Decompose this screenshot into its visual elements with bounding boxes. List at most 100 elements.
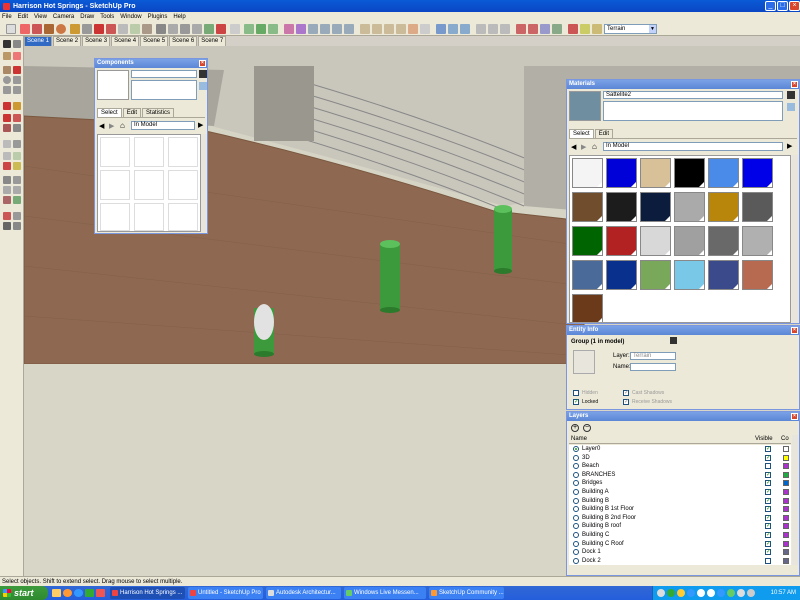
front-view-icon[interactable] bbox=[308, 24, 318, 34]
layer-color-swatch[interactable] bbox=[783, 497, 789, 504]
layer-row[interactable]: Building A ✓ bbox=[569, 488, 791, 497]
monochrome-icon[interactable] bbox=[420, 24, 430, 34]
text-tool-icon[interactable] bbox=[130, 24, 140, 34]
layer-color-swatch[interactable] bbox=[783, 549, 789, 556]
layers-title-bar[interactable]: Layers × bbox=[567, 412, 799, 421]
material-swatch[interactable] bbox=[742, 158, 773, 188]
component-thumb[interactable] bbox=[168, 170, 198, 200]
layer-row[interactable]: Beach bbox=[569, 462, 791, 471]
layer-color-swatch[interactable] bbox=[783, 489, 789, 495]
layer-name[interactable]: Layer0 bbox=[582, 445, 600, 453]
material-swatch[interactable] bbox=[572, 260, 603, 290]
components-location-select[interactable]: In Model bbox=[131, 121, 195, 130]
material-swatch[interactable] bbox=[742, 226, 773, 256]
move-tool-icon[interactable] bbox=[94, 24, 104, 34]
layer-visible-checkbox[interactable]: ✓ bbox=[765, 514, 771, 521]
layer-name[interactable]: Beach bbox=[582, 462, 599, 470]
component-description-field[interactable] bbox=[131, 80, 197, 100]
layer-visible-checkbox[interactable]: ✓ bbox=[765, 532, 771, 538]
sandbox-from-contours-icon[interactable] bbox=[476, 24, 486, 34]
axes-icon[interactable] bbox=[3, 162, 11, 170]
dimension-icon[interactable] bbox=[13, 140, 21, 148]
layer-color-swatch[interactable] bbox=[783, 514, 789, 521]
tray-icon[interactable] bbox=[667, 589, 675, 597]
tab-scene-6[interactable]: Scene 6 bbox=[169, 36, 198, 46]
entity-layer-select[interactable]: Terrain bbox=[630, 352, 676, 360]
layer-name[interactable]: Dock 1 bbox=[582, 548, 601, 556]
material-swatch[interactable] bbox=[674, 192, 705, 222]
text-icon[interactable] bbox=[13, 152, 21, 160]
component-options-icon[interactable] bbox=[199, 82, 207, 90]
tray-icon[interactable] bbox=[727, 589, 735, 597]
layer-name[interactable]: Dock 2 bbox=[582, 557, 601, 565]
entity-name-field[interactable] bbox=[630, 363, 676, 371]
firefox-icon[interactable] bbox=[63, 589, 72, 597]
arc-icon[interactable] bbox=[13, 76, 21, 84]
layer-row[interactable]: 3D ✓ bbox=[569, 454, 791, 463]
layer-row[interactable]: BRANCHES ✓ bbox=[569, 471, 791, 480]
active-layer-radio[interactable] bbox=[573, 489, 579, 495]
tab-scene-1[interactable]: Scene 1 bbox=[24, 36, 53, 46]
look-around-icon[interactable] bbox=[3, 222, 11, 230]
components-title-bar[interactable]: Components × bbox=[95, 59, 207, 68]
home-icon[interactable]: ⌂ bbox=[120, 121, 125, 130]
follow-me-icon[interactable] bbox=[13, 114, 21, 122]
xray-icon[interactable] bbox=[360, 24, 370, 34]
pencil-tool-icon[interactable] bbox=[32, 24, 42, 34]
material-swatch[interactable] bbox=[674, 260, 705, 290]
tape-measure-icon[interactable] bbox=[118, 24, 128, 34]
polygon-icon[interactable] bbox=[3, 86, 11, 94]
task-windows-live-messenger[interactable]: Windows Live Messen... bbox=[344, 587, 426, 599]
pushpull-icon[interactable] bbox=[13, 102, 21, 110]
walk-icon[interactable] bbox=[13, 212, 21, 220]
wireframe-icon[interactable] bbox=[372, 24, 382, 34]
iso-view-icon[interactable] bbox=[284, 24, 294, 34]
circle-icon[interactable] bbox=[3, 76, 11, 84]
maximize-button[interactable]: □ bbox=[777, 1, 788, 11]
column-name[interactable]: Name bbox=[571, 435, 587, 444]
freehand-icon[interactable] bbox=[13, 86, 21, 94]
layer-color-swatch[interactable] bbox=[783, 471, 789, 478]
layer-visible-checkbox[interactable]: ✓ bbox=[765, 549, 771, 556]
hidden-checkbox[interactable] bbox=[573, 390, 579, 396]
layer-visible-checkbox[interactable]: ✓ bbox=[765, 497, 771, 504]
layer-row[interactable]: Dock 2 bbox=[569, 557, 791, 565]
component-thumb[interactable] bbox=[134, 137, 164, 167]
tray-icon[interactable] bbox=[677, 589, 685, 597]
layer-name[interactable]: Building B bbox=[582, 497, 609, 505]
layer-color-swatch[interactable] bbox=[783, 446, 789, 452]
drape-icon[interactable] bbox=[528, 24, 538, 34]
layer-visible-checkbox[interactable]: ✓ bbox=[765, 446, 771, 452]
menu-edit[interactable]: Edit bbox=[18, 14, 28, 20]
layer-visible-checkbox[interactable]: ✓ bbox=[765, 506, 771, 513]
layer-visible-checkbox[interactable]: ✓ bbox=[765, 489, 771, 495]
layer-name[interactable]: Bridges bbox=[582, 479, 602, 487]
layer-name[interactable]: Building C Roof bbox=[582, 540, 624, 548]
active-layer-radio[interactable] bbox=[573, 446, 579, 452]
terrain-icon[interactable] bbox=[268, 24, 278, 34]
component-thumb[interactable] bbox=[100, 203, 130, 231]
layer-row[interactable]: Building B 1st Floor ✓ bbox=[569, 505, 791, 514]
3d-text-icon[interactable] bbox=[13, 162, 21, 170]
material-swatch[interactable] bbox=[572, 158, 603, 188]
protractor-icon[interactable] bbox=[3, 152, 11, 160]
close-icon[interactable]: × bbox=[791, 81, 798, 88]
media-play-icon[interactable] bbox=[697, 589, 705, 597]
material-swatch[interactable] bbox=[708, 158, 739, 188]
material-well[interactable] bbox=[573, 350, 595, 374]
media-next-icon[interactable] bbox=[707, 589, 715, 597]
layer-row[interactable]: Building B 2nd Floor ✓ bbox=[569, 514, 791, 523]
material-swatch[interactable] bbox=[606, 158, 637, 188]
quick-launch-icon[interactable] bbox=[52, 589, 61, 597]
layer-color-swatch[interactable] bbox=[783, 540, 789, 547]
zoom-extents-icon[interactable] bbox=[204, 24, 214, 34]
left-view-icon[interactable] bbox=[344, 24, 354, 34]
zoom-extents-icon[interactable] bbox=[13, 196, 21, 204]
layers-scrollbar[interactable] bbox=[792, 435, 799, 565]
layer-dropdown[interactable]: Terrain ▼ bbox=[604, 24, 657, 34]
material-swatch[interactable] bbox=[606, 260, 637, 290]
ie-icon[interactable] bbox=[74, 589, 83, 597]
google-earth-icon[interactable] bbox=[256, 24, 266, 34]
tab-select[interactable]: Select bbox=[569, 129, 594, 138]
top-view-icon[interactable] bbox=[296, 24, 306, 34]
